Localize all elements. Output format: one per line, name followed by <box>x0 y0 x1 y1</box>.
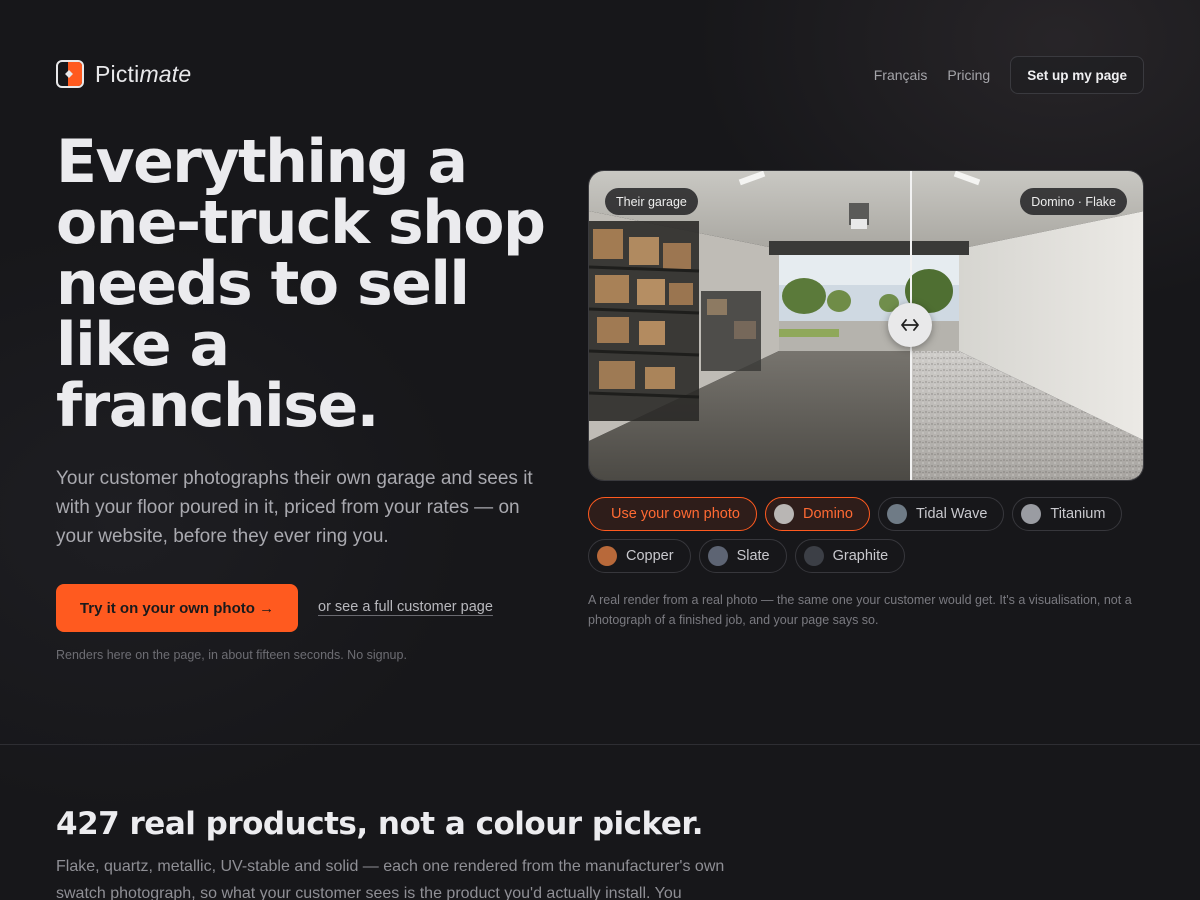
swatch-chip-graphite[interactable]: Graphite <box>794 539 906 573</box>
swatch-chip-slate[interactable]: Slate <box>698 539 787 573</box>
hero-fine-print: Renders here on the page, in about fifte… <box>56 648 407 662</box>
products-body: Flake, quartz, metallic, UV-stable and s… <box>56 858 725 900</box>
swatch-label: Slate <box>736 548 770 564</box>
see-customer-page-link[interactable]: or see a full customer page <box>318 599 493 615</box>
nav-link-language[interactable]: Français <box>874 67 928 83</box>
swatch-label: Titanium <box>1050 506 1106 522</box>
swatch-label: Domino <box>802 506 853 522</box>
swatch-dot <box>886 504 907 524</box>
set-up-page-button[interactable]: Set up my page <box>1010 56 1144 94</box>
swatch-label: Tidal Wave <box>915 506 988 522</box>
before-tag: Their garage <box>605 188 698 215</box>
compare-drag-handle[interactable] <box>888 303 932 347</box>
swatch-dot <box>1021 504 1042 524</box>
use-own-photo-chip[interactable]: Use your own photo <box>588 497 757 531</box>
logo-text: Pictimate <box>95 61 191 88</box>
arrows-horizontal-icon <box>901 319 919 331</box>
swatch-dot <box>773 504 794 524</box>
chip-row-1: Use your own photo Domino Tidal Wave Tit… <box>588 497 1148 531</box>
swatch-chip-titanium[interactable]: Titanium <box>1012 497 1123 531</box>
logo-text-italic: mate <box>139 60 192 87</box>
nav-links: Français Pricing Set up my page <box>874 56 1144 94</box>
before-after-compare[interactable]: Their garage Domino · Flake <box>588 170 1144 481</box>
garage-render-image <box>589 171 1143 480</box>
logo-text-plain: Picti <box>95 60 140 87</box>
render-caption: A real render from a real photo — the sa… <box>588 593 1132 627</box>
chip-row-2: Copper Slate Graphite <box>588 539 1148 573</box>
finish-selector: Use your own photo Domino Tidal Wave Tit… <box>588 497 1148 581</box>
swatch-label: Graphite <box>832 548 889 564</box>
hero-headline: Everything a one-truck shop needs to sel… <box>56 127 546 441</box>
swatch-chip-copper[interactable]: Copper <box>588 539 691 573</box>
products-heading: 427 real products, not a colour picker. <box>56 806 704 842</box>
swatch-dot <box>597 546 617 566</box>
logo[interactable]: Pictimate <box>56 60 191 88</box>
swatch-dot <box>803 546 824 566</box>
top-nav: Pictimate Français Pricing Set up my pag… <box>56 56 1144 94</box>
logo-mark-icon <box>56 60 84 88</box>
swatch-dot <box>707 546 728 566</box>
swatch-chip-tidal-wave[interactable]: Tidal Wave <box>877 497 1005 531</box>
after-tag: Domino · Flake <box>1020 188 1127 215</box>
section-divider <box>0 744 1200 745</box>
try-own-photo-button[interactable]: Try it on your own photo → <box>56 584 298 632</box>
hero-subtext: Your customer photographs their own gara… <box>56 468 533 547</box>
swatch-chip-domino[interactable]: Domino <box>764 497 870 531</box>
nav-link-pricing[interactable]: Pricing <box>947 67 990 83</box>
swatch-label: Copper <box>626 548 674 564</box>
